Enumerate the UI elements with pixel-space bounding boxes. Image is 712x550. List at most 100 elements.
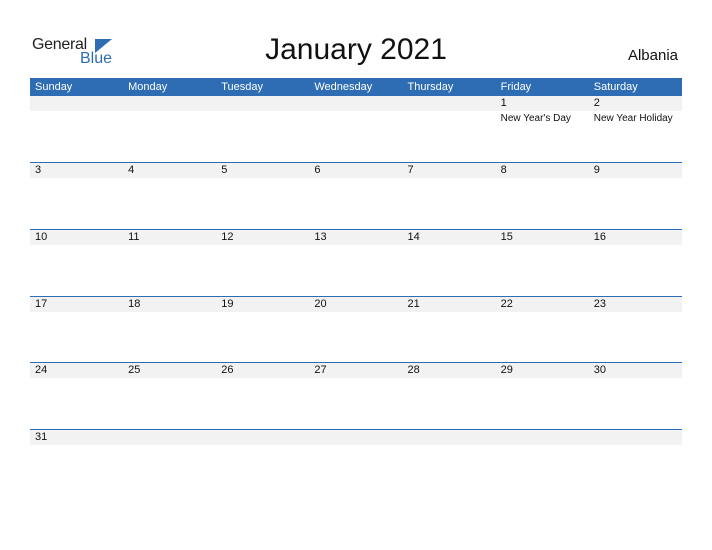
day-cell[interactable]: 27 <box>309 363 403 429</box>
day-cell[interactable]: 19 <box>216 297 310 363</box>
day-cell[interactable]: 18 <box>123 297 217 363</box>
day-number <box>588 430 682 445</box>
day-cell[interactable]: 10 <box>30 230 124 296</box>
holiday-label: New Year Holiday <box>593 113 673 124</box>
day-number <box>30 96 124 111</box>
day-number: 18 <box>123 297 217 312</box>
day-number: 24 <box>30 363 124 378</box>
day-number: 30 <box>588 363 682 378</box>
weekday-tuesday: Tuesday <box>221 81 264 93</box>
day-cell[interactable]: 17 <box>30 297 124 363</box>
day-number: 14 <box>402 230 496 245</box>
day-cell[interactable]: 25 <box>123 363 217 429</box>
day-number: 26 <box>216 363 310 378</box>
day-number: 5 <box>216 163 310 178</box>
day-number <box>402 430 496 445</box>
day-cell[interactable] <box>216 430 310 496</box>
day-number: 10 <box>30 230 124 245</box>
week-row: 3456789 <box>30 162 682 229</box>
day-number: 6 <box>309 163 403 178</box>
holiday-label: New Year's Day <box>500 113 571 124</box>
day-cell[interactable]: 22 <box>495 297 589 363</box>
day-cell[interactable]: 11 <box>123 230 217 296</box>
day-cell[interactable] <box>30 96 124 162</box>
day-cell[interactable]: 13 <box>309 230 403 296</box>
day-cell[interactable]: 7 <box>402 163 496 229</box>
day-cell[interactable] <box>309 430 403 496</box>
day-cell[interactable]: 24 <box>30 363 124 429</box>
day-number: 23 <box>588 297 682 312</box>
day-number: 12 <box>216 230 310 245</box>
day-number: 29 <box>495 363 589 378</box>
week-row: 10 11 12 13 14 15 16 <box>30 229 682 296</box>
weekday-saturday: Saturday <box>593 81 638 93</box>
day-number: 21 <box>402 297 496 312</box>
country-label: Albania <box>627 47 678 64</box>
weekday-thursday: Thursday <box>407 81 454 93</box>
day-cell[interactable] <box>309 96 403 162</box>
weekday-header: Sunday Monday Tuesday Wednesday Thursday… <box>30 78 682 96</box>
day-cell[interactable]: 9 <box>588 163 682 229</box>
day-cell[interactable]: 30 <box>588 363 682 429</box>
day-number: 19 <box>216 297 310 312</box>
day-number: 4 <box>123 163 217 178</box>
day-number <box>495 430 589 445</box>
day-number: 27 <box>309 363 403 378</box>
day-cell[interactable] <box>588 430 682 496</box>
day-number <box>123 96 217 111</box>
day-cell[interactable] <box>216 96 310 162</box>
week-row: 24 25 26 27 28 29 30 <box>30 362 682 429</box>
day-cell[interactable]: 14 <box>402 230 496 296</box>
day-number <box>309 430 403 445</box>
week-row: 17 18 19 20 21 22 23 <box>30 296 682 363</box>
day-cell[interactable] <box>495 430 589 496</box>
day-cell[interactable] <box>402 96 496 162</box>
week-row: 31 <box>30 429 682 496</box>
day-cell[interactable]: 28 <box>402 363 496 429</box>
weekday-friday: Friday <box>500 81 532 93</box>
day-cell[interactable]: 20 <box>309 297 403 363</box>
day-cell[interactable]: 6 <box>309 163 403 229</box>
day-cell[interactable]: 4 <box>123 163 217 229</box>
day-number: 17 <box>30 297 124 312</box>
day-cell[interactable]: 12 <box>216 230 310 296</box>
day-cell[interactable]: 16 <box>588 230 682 296</box>
day-number: 8 <box>495 163 589 178</box>
day-cell[interactable]: 21 <box>402 297 496 363</box>
day-cell[interactable]: 23 <box>588 297 682 363</box>
day-cell[interactable] <box>402 430 496 496</box>
weekday-wednesday: Wednesday <box>314 81 373 93</box>
day-number: 22 <box>495 297 589 312</box>
day-number: 3 <box>30 163 124 178</box>
week-row: 1 New Year's Day 2 New Year Holiday <box>30 96 682 162</box>
weekday-sunday: Sunday <box>35 81 73 93</box>
day-cell[interactable] <box>123 96 217 162</box>
calendar-title: January 2021 <box>265 33 447 66</box>
day-number: 28 <box>402 363 496 378</box>
day-number: 9 <box>588 163 682 178</box>
day-number: 31 <box>30 430 124 445</box>
day-number: 13 <box>309 230 403 245</box>
day-cell[interactable]: 26 <box>216 363 310 429</box>
day-cell[interactable]: 3 <box>30 163 124 229</box>
day-number: 16 <box>588 230 682 245</box>
day-number <box>123 430 217 445</box>
day-cell[interactable]: 8 <box>495 163 589 229</box>
day-cell[interactable]: 15 <box>495 230 589 296</box>
day-number <box>216 96 310 111</box>
day-cell[interactable]: 29 <box>495 363 589 429</box>
day-number <box>309 96 403 111</box>
day-number: 25 <box>123 363 217 378</box>
day-number: 20 <box>309 297 403 312</box>
day-cell[interactable]: 2 New Year Holiday <box>588 96 682 162</box>
day-cell[interactable]: 5 <box>216 163 310 229</box>
day-cell[interactable]: 1 New Year's Day <box>495 96 589 162</box>
day-number: 11 <box>123 230 217 245</box>
day-number: 1 <box>495 96 589 111</box>
day-cell[interactable] <box>123 430 217 496</box>
day-number <box>402 96 496 111</box>
day-number: 2 <box>588 96 682 111</box>
day-cell[interactable]: 31 <box>30 430 124 496</box>
weekday-monday: Monday <box>128 81 168 93</box>
day-number <box>216 430 310 445</box>
